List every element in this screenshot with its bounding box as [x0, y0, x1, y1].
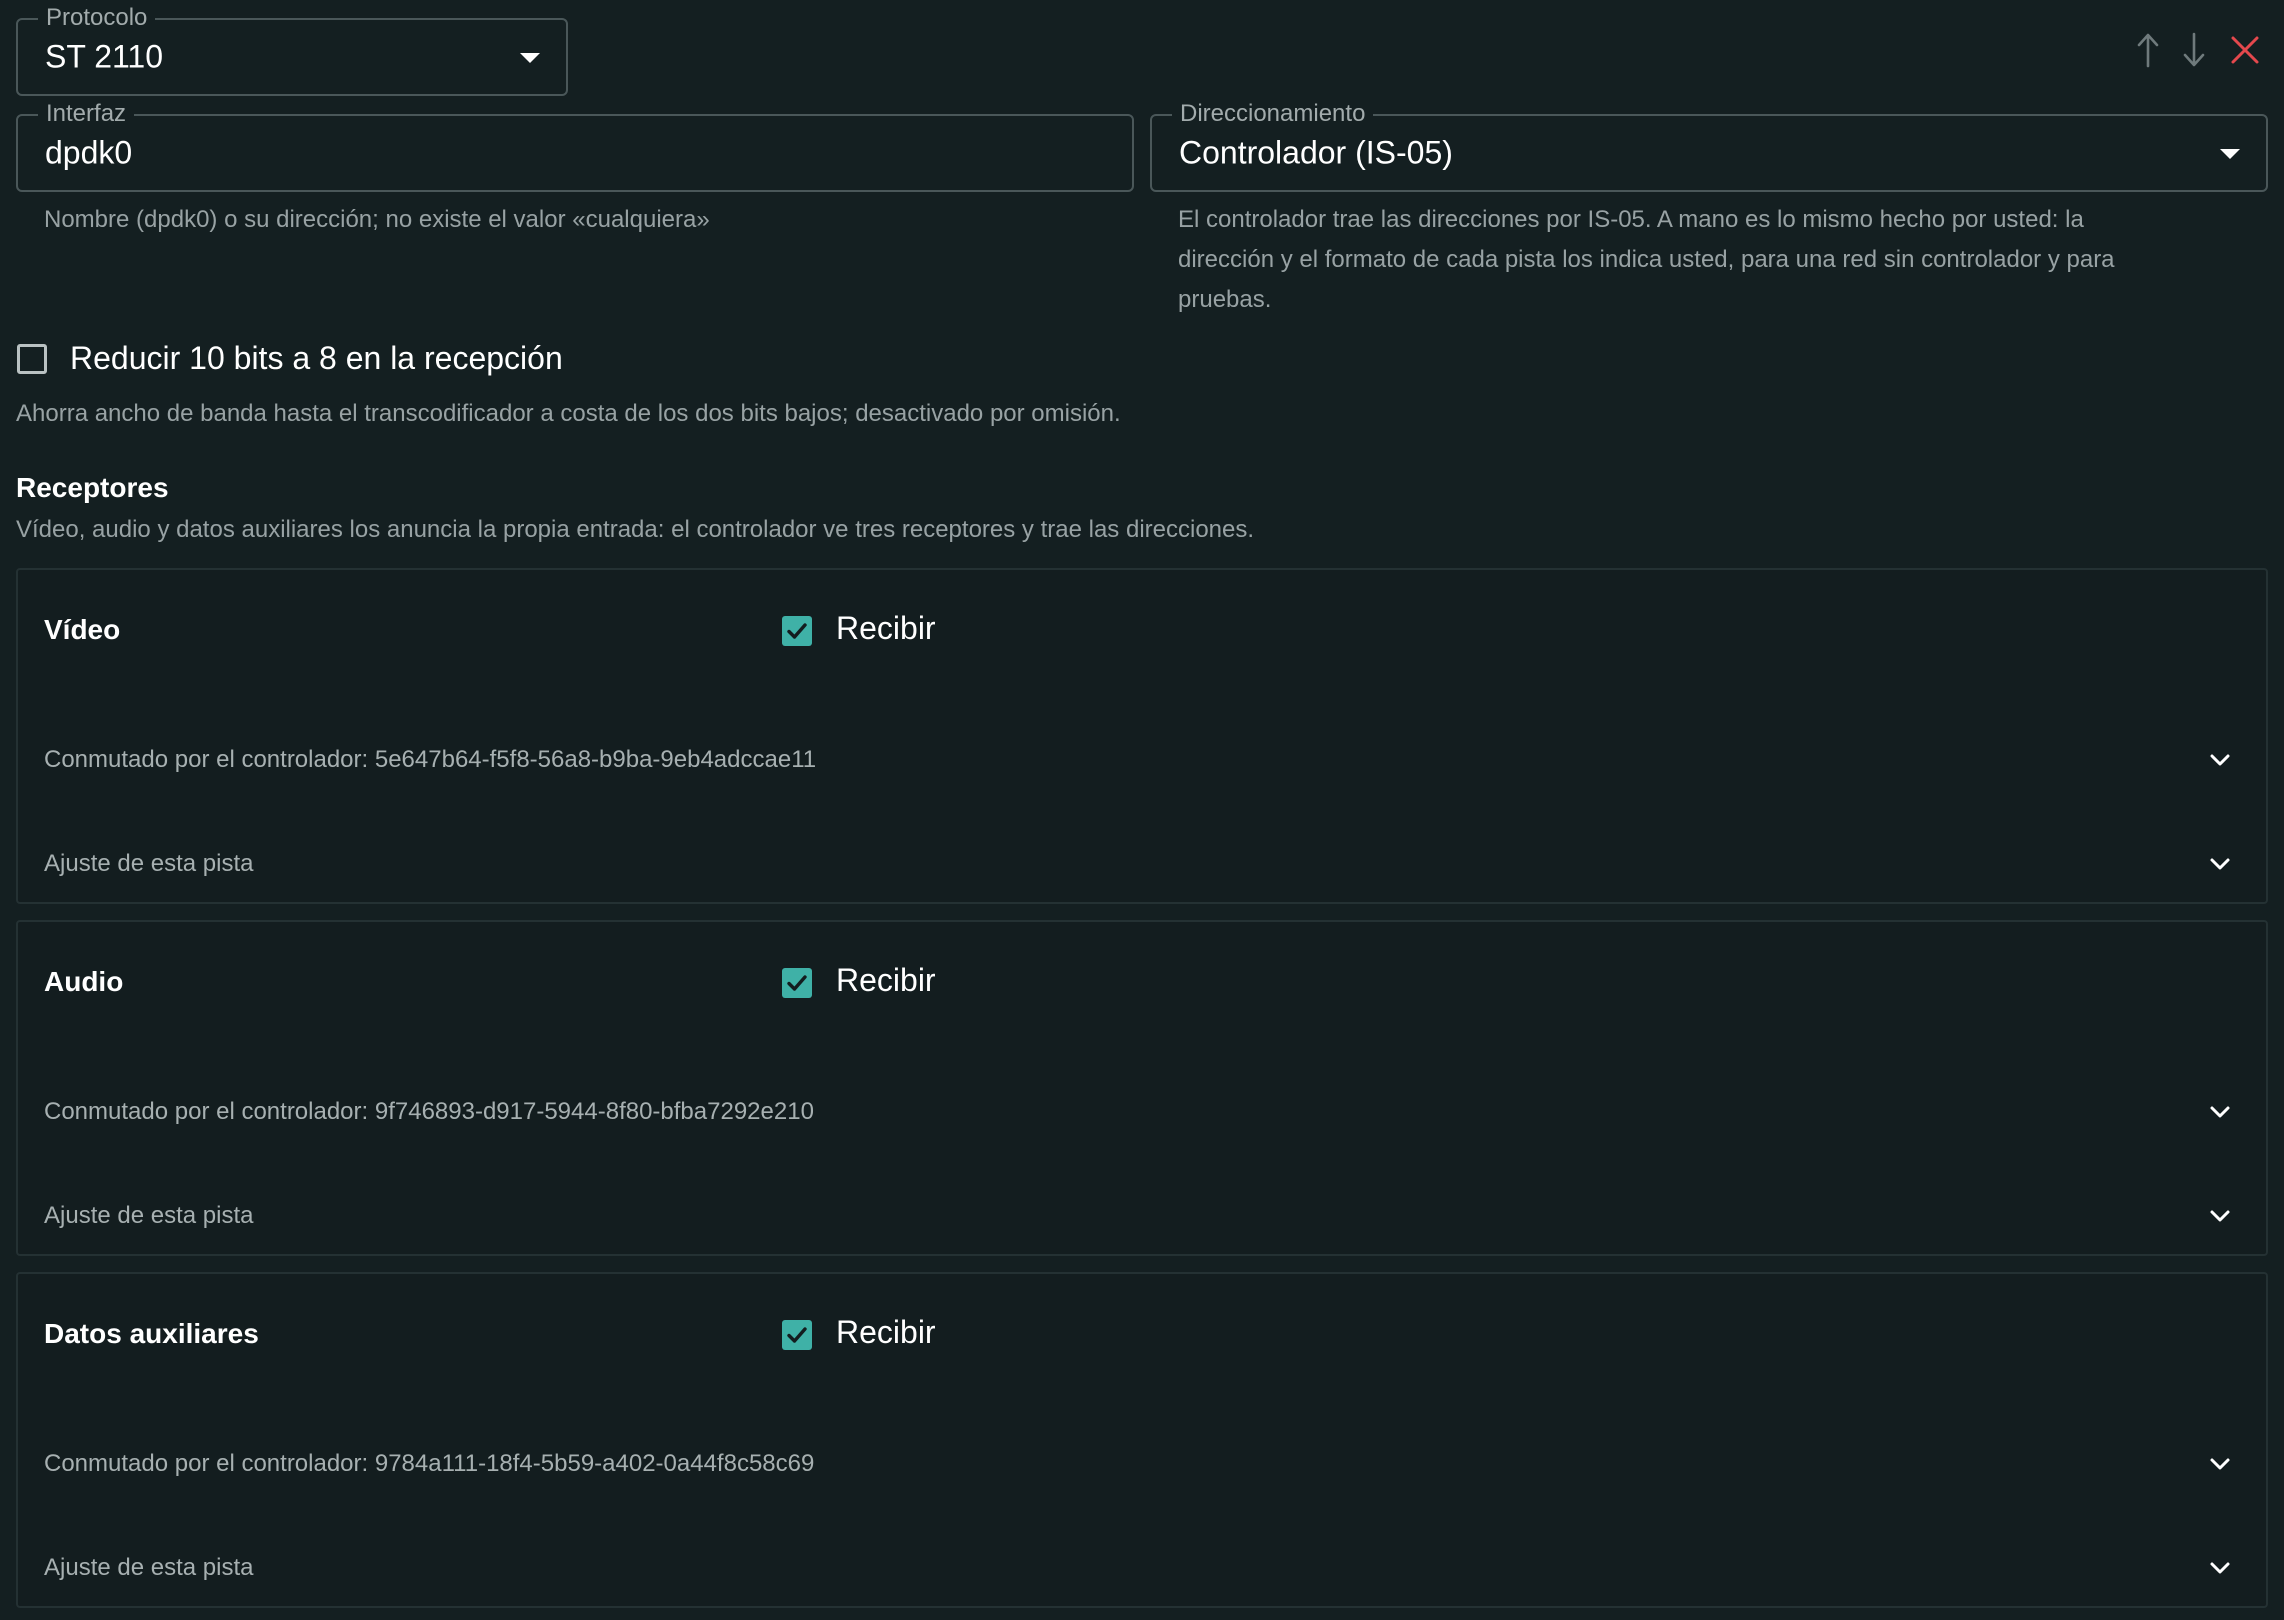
- track-adjust-label: Ajuste de esta pista: [44, 1554, 254, 1581]
- check-icon: [787, 1327, 807, 1343]
- reduce-bits-checkbox-row[interactable]: Reducir 10 bits a 8 en la recepción: [16, 338, 636, 382]
- chevron-down-icon: [2210, 1458, 2230, 1470]
- switched-by-controller-label: Conmutado por el controlador: 9784a111-1…: [44, 1450, 815, 1477]
- interface-helper: Nombre (dpdk0) o su dirección; no existe…: [44, 206, 710, 233]
- receiver-name: Datos auxiliares: [44, 1318, 259, 1349]
- receiver-card-audio: Audio Recibir Conmutado por el controlad…: [16, 920, 2268, 1256]
- track-adjust-label: Ajuste de esta pista: [44, 850, 254, 877]
- addressing-value: Controlador (IS-05): [1179, 134, 1453, 171]
- addressing-select[interactable]: Direccionamiento Controlador (IS-05): [1150, 98, 2268, 192]
- move-up-button[interactable]: [2128, 28, 2168, 72]
- chevron-down-icon: [2210, 754, 2230, 766]
- chevron-down-icon: [2210, 858, 2230, 870]
- page: Protocolo ST 2110 Interfaz dpdk0 Nombre …: [0, 0, 2284, 1620]
- switched-by-controller-label: Conmutado por el controlador: 9f746893-d…: [44, 1098, 814, 1125]
- track-adjust-label: Ajuste de esta pista: [44, 1202, 254, 1229]
- receivers-title: Receptores: [16, 472, 169, 503]
- switched-by-controller-row[interactable]: Conmutado por el controlador: 5e647b64-f…: [18, 730, 2266, 790]
- chevron-down-icon: [2210, 1210, 2230, 1222]
- receiver-card-video: Vídeo Recibir Conmutado por el controlad…: [16, 568, 2268, 904]
- arrow-down-icon: [2183, 32, 2205, 67]
- addressing-helper-line: El controlador trae las direcciones por …: [1178, 206, 2084, 233]
- addressing-helper-line: dirección y el formato de cada pista los…: [1178, 246, 2115, 273]
- interface-label: Interfaz: [38, 98, 135, 130]
- chevron-down-icon: [2210, 1562, 2230, 1574]
- receive-checkbox[interactable]: [782, 968, 812, 998]
- move-down-button[interactable]: [2174, 28, 2214, 72]
- track-adjust-row[interactable]: Ajuste de esta pista: [18, 1538, 2266, 1598]
- protocol-value: ST 2110: [45, 38, 164, 75]
- check-icon: [787, 623, 807, 639]
- protocol-label: Protocolo: [38, 2, 156, 34]
- addressing-helper: El controlador trae las direcciones por …: [1178, 200, 2258, 320]
- chevron-down-icon: [2210, 1106, 2230, 1118]
- close-icon: [2231, 36, 2259, 64]
- switched-by-controller-label: Conmutado por el controlador: 5e647b64-f…: [44, 746, 817, 773]
- dropdown-caret-icon: [2220, 149, 2240, 159]
- remove-button[interactable]: [2225, 28, 2265, 72]
- arrow-up-icon: [2137, 33, 2159, 68]
- check-icon: [787, 975, 807, 991]
- protocol-select[interactable]: Protocolo ST 2110: [16, 2, 568, 96]
- switched-by-controller-row[interactable]: Conmutado por el controlador: 9784a111-1…: [18, 1434, 2266, 1494]
- interface-value: dpdk0: [45, 134, 133, 171]
- interface-field[interactable]: Interfaz dpdk0: [16, 98, 1134, 192]
- receive-checkbox[interactable]: [782, 1320, 812, 1350]
- receiver-card-ancillary-data: Datos auxiliares Recibir Conmutado por e…: [16, 1272, 2268, 1608]
- receive-label[interactable]: Recibir: [836, 1314, 936, 1351]
- reduce-bits-helper: Ahorra ancho de banda hasta el transcodi…: [16, 400, 1121, 427]
- receive-checkbox[interactable]: [782, 616, 812, 646]
- track-adjust-row[interactable]: Ajuste de esta pista: [18, 834, 2266, 894]
- switched-by-controller-row[interactable]: Conmutado por el controlador: 9f746893-d…: [18, 1082, 2266, 1142]
- checkbox-unchecked-icon[interactable]: [17, 344, 47, 374]
- receivers-description: Vídeo, audio y datos auxiliares los anun…: [16, 516, 1255, 543]
- addressing-helper-line: pruebas.: [1178, 286, 1272, 313]
- addressing-label: Direccionamiento: [1172, 98, 1374, 130]
- track-adjust-row[interactable]: Ajuste de esta pista: [18, 1186, 2266, 1246]
- receiver-name: Audio: [44, 966, 124, 997]
- receive-label[interactable]: Recibir: [836, 962, 936, 999]
- reduce-bits-label: Reducir 10 bits a 8 en la recepción: [70, 340, 563, 376]
- receive-label[interactable]: Recibir: [836, 610, 936, 647]
- receiver-name: Vídeo: [44, 614, 121, 645]
- dropdown-caret-icon: [520, 53, 540, 63]
